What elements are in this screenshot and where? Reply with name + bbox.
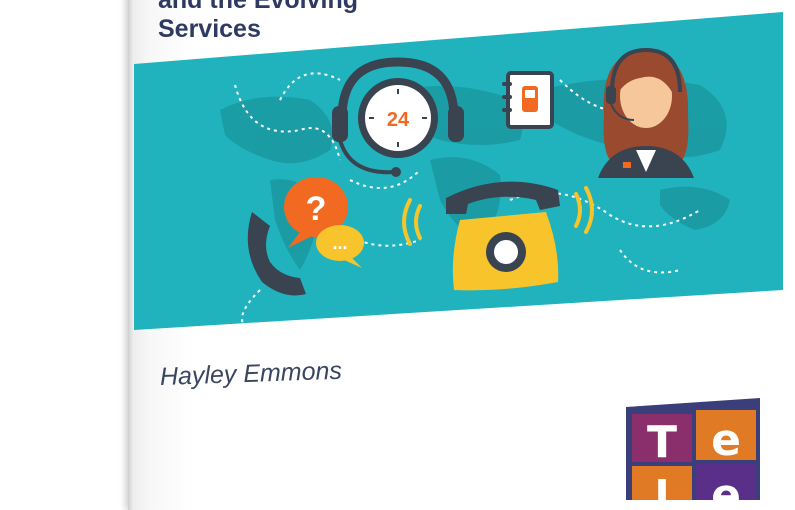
logo-letter-2: e — [711, 415, 741, 466]
logo-letter-3: l — [654, 472, 669, 500]
publisher-logo: T e l e — [626, 398, 760, 500]
logo-letter-4: e — [711, 470, 741, 500]
logo-letter-1: T — [647, 417, 677, 468]
